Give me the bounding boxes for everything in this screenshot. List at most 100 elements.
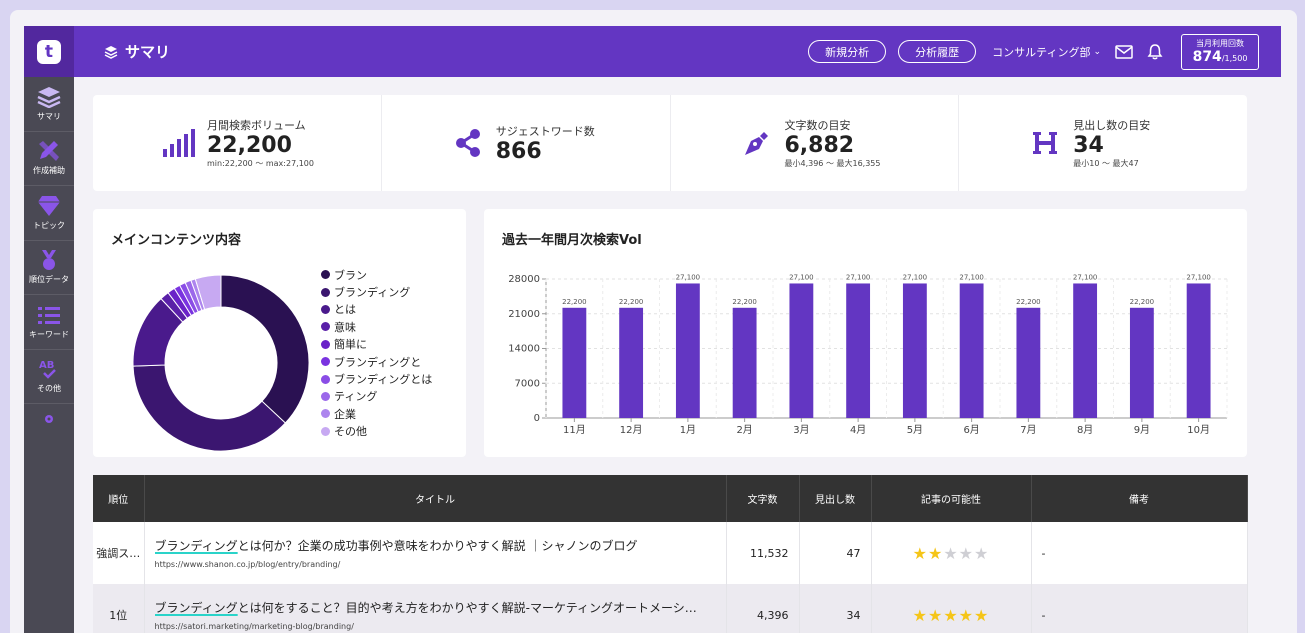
- layers-icon: [37, 86, 61, 108]
- column-header-headings[interactable]: 見出し数: [799, 475, 872, 522]
- bar-value-label: 27,100: [789, 273, 814, 281]
- mail-icon[interactable]: [1115, 44, 1133, 59]
- monthly-volume-card: 過去一年間月次検索Vol 0 7000 14000 21000 28000 22,200 1…: [484, 209, 1247, 457]
- bell-icon[interactable]: [1147, 43, 1163, 60]
- x-tick-label: 11月: [563, 424, 586, 436]
- department-label: コンサルティング部: [992, 45, 1091, 59]
- char-count-cell: 4,396: [726, 584, 800, 633]
- sidebar-item-label: サマリ: [37, 111, 61, 121]
- sidebar-item-keyword[interactable]: キーワード: [24, 295, 74, 350]
- title-cell: ブランディングとは何か？企業の成功事例や意味をわかりやすく解説 ｜シャノンのブロ…: [144, 522, 727, 584]
- heading-icon: [1027, 129, 1063, 157]
- legend-item[interactable]: 意味: [321, 318, 432, 335]
- pencil-ruler-icon: [39, 141, 59, 162]
- donut-chart: [132, 274, 310, 452]
- x-tick-label: 5月: [907, 424, 923, 436]
- stat-label: サジェストワード数: [495, 124, 595, 138]
- legend-item[interactable]: とは: [321, 301, 432, 318]
- table-row[interactable]: 1位 ブランディングとは何をすること？目的や考え方をわかりやすく解説-マーケティン…: [93, 584, 1248, 633]
- article-title[interactable]: ブランディングとは何か？企業の成功事例や意味をわかりやすく解説 ｜シャノンのブロ…: [155, 537, 726, 554]
- bar-value-label: 27,100: [1186, 273, 1211, 281]
- logo-area[interactable]: t: [24, 26, 74, 77]
- legend-item[interactable]: ブランディングとは: [321, 370, 432, 387]
- stat-value: 22,200: [207, 133, 292, 158]
- column-header-title[interactable]: タイトル: [144, 475, 727, 522]
- analysis-history-button[interactable]: 分析履歴: [898, 40, 977, 63]
- sidebar-item-topic[interactable]: トピック: [24, 186, 74, 241]
- article-url[interactable]: https://www.shanon.co.jp/blog/entry/bran…: [155, 560, 726, 569]
- sidebar-item-ranking-data[interactable]: 順位データ: [24, 241, 74, 295]
- x-tick-label: 1月: [680, 424, 696, 436]
- bar-value-label: 27,100: [846, 273, 871, 281]
- legend-item[interactable]: ブランディングと: [321, 353, 432, 370]
- bar: [1129, 307, 1154, 418]
- star-icon: ★: [974, 605, 990, 625]
- stat-char-count: 文字数の目安 6,882 最小4,396 〜 最大16,355: [671, 95, 960, 191]
- donut-segment-1[interactable]: [132, 364, 287, 452]
- x-tick-label: 4月: [850, 424, 866, 436]
- gem-icon: [38, 195, 60, 216]
- legend-dot: [321, 339, 330, 349]
- bar-value-label: 22,200: [1130, 298, 1155, 306]
- bar: [959, 283, 984, 418]
- new-analysis-button[interactable]: 新規分析: [808, 40, 887, 63]
- column-header-chars[interactable]: 文字数: [726, 475, 800, 522]
- x-tick-label: 12月: [620, 424, 643, 436]
- legend-dot: [321, 322, 330, 332]
- x-tick-label: 10月: [1187, 424, 1210, 436]
- legend-item[interactable]: 企業: [321, 405, 432, 422]
- legend-item[interactable]: 簡単に: [321, 336, 432, 353]
- column-header-note[interactable]: 備考: [1031, 475, 1248, 522]
- star-icon: ★: [912, 605, 928, 625]
- bar-value-label: 27,100: [959, 273, 984, 281]
- department-dropdown[interactable]: コンサルティング部 ⌄: [992, 44, 1101, 60]
- stat-heading-count: 見出し数の目安 34 最小10 〜 最大47: [959, 95, 1247, 191]
- legend-item[interactable]: ブランディング: [321, 283, 432, 300]
- rank-cell: 強調ス…: [93, 522, 145, 584]
- sidebar-item-other[interactable]: AB その他: [24, 350, 74, 404]
- bar-value-label: 27,100: [676, 273, 701, 281]
- column-header-potential[interactable]: 記事の可能性: [871, 475, 1032, 522]
- legend-dot: [321, 426, 330, 436]
- legend-label: ブランディング: [334, 286, 411, 300]
- main-content-card: メインコンテンツ内容 ブラン ブランディング とは 意味 簡単に ブランディングと ブランデ…: [93, 209, 466, 457]
- donut-segment-0[interactable]: [220, 274, 310, 424]
- sidebar-item-writing-assist[interactable]: 作成補助: [24, 132, 74, 186]
- column-header-rank[interactable]: 順位: [93, 475, 145, 522]
- sidebar-item-label: キーワード: [29, 329, 69, 339]
- legend-label: ブランディングとは: [334, 373, 433, 387]
- article-title[interactable]: ブランディングとは何をすること？目的や考え方をわかりやすく解説-マーケティングオ…: [155, 599, 726, 616]
- stat-range: 最小10 〜 最大47: [1073, 159, 1139, 168]
- star-icon: ★: [958, 543, 975, 563]
- sidebar-item-summary[interactable]: サマリ: [24, 77, 74, 132]
- bar-value-label: 27,100: [1073, 273, 1098, 281]
- bar-value-label: 27,100: [903, 273, 928, 281]
- settings-dot-icon[interactable]: [24, 414, 74, 424]
- star-icon: ★: [912, 543, 928, 563]
- bar: [902, 283, 927, 418]
- stat-value: 34: [1073, 133, 1104, 158]
- y-tick-label: 14000: [508, 344, 540, 355]
- sidebar-item-label: 作成補助: [33, 166, 65, 176]
- x-tick-label: 6月: [963, 424, 979, 436]
- bar-chart: 0 7000 14000 21000 28000 22,200 11月 22,200 12月 27…: [508, 273, 1228, 436]
- legend-label: 簡単に: [334, 338, 367, 352]
- note-cell: -: [1031, 584, 1248, 633]
- stat-range: 最小4,396 〜 最大16,355: [784, 159, 881, 168]
- x-tick-label: 9月: [1134, 424, 1150, 436]
- legend-label: とは: [334, 303, 356, 317]
- chevron-down-icon: ⌄: [1093, 46, 1101, 57]
- legend-label: 意味: [334, 320, 356, 334]
- legend-item[interactable]: ティング: [321, 388, 432, 405]
- legend-label: その他: [334, 425, 367, 439]
- title-cell: ブランディングとは何をすること？目的や考え方をわかりやすく解説-マーケティングオ…: [144, 584, 727, 633]
- legend-dot: [321, 357, 330, 367]
- donut-legend: ブラン ブランディング とは 意味 簡単に ブランディングと ブランディングとは ティング 企業…: [321, 266, 432, 440]
- legend-item[interactable]: ブラン: [321, 266, 432, 283]
- x-tick-label: 2月: [736, 424, 752, 436]
- legend-label: ティング: [334, 390, 378, 404]
- legend-item[interactable]: その他: [321, 423, 432, 440]
- table-row[interactable]: 強調ス… ブランディングとは何か？企業の成功事例や意味をわかりやすく解説 ｜シャノ…: [93, 522, 1248, 584]
- legend-label: ブランディングと: [334, 355, 422, 369]
- article-url[interactable]: https://satori.marketing/marketing-blog/…: [155, 622, 726, 631]
